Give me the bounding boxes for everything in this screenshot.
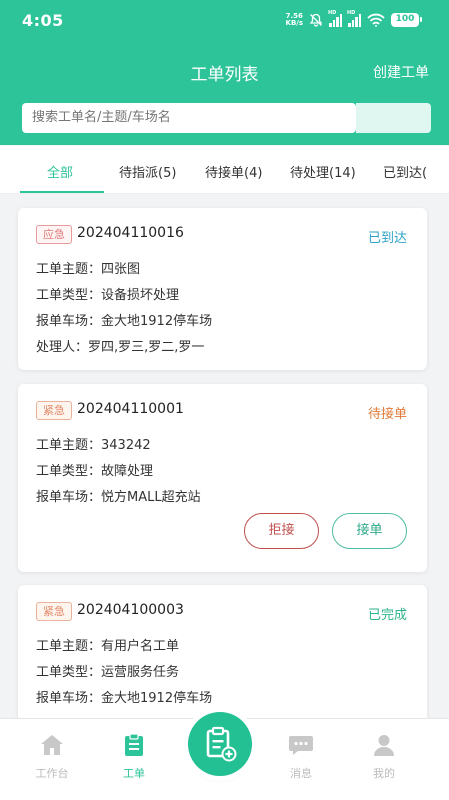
row-value: 金大地1912停车场 — [101, 691, 213, 706]
row-label: 工单类型： — [36, 288, 102, 303]
tabbar-label: 工单 — [123, 767, 145, 780]
tabbar-item-workbench[interactable]: 工作台 — [22, 733, 82, 781]
order-type-row: 工单类型：故障处理 — [36, 460, 153, 479]
search-input-extension — [356, 103, 431, 133]
row-label: 报单车场： — [36, 314, 102, 329]
row-label: 工单类型： — [36, 464, 102, 479]
tab-pending-assign[interactable]: 待指派(5) — [119, 162, 176, 181]
tabbar-label: 消息 — [290, 767, 312, 780]
net-speed: 7.56 KB/s — [286, 13, 303, 27]
order-lot-row: 报单车场：悦方MALL超充站 — [36, 486, 201, 505]
priority-badge: 紧急 — [36, 602, 72, 621]
row-value: 罗四,罗三,罗二,罗一 — [88, 340, 205, 355]
row-label: 工单类型： — [36, 665, 102, 680]
clipboard-icon — [125, 733, 143, 756]
search-input[interactable] — [22, 103, 356, 133]
row-value: 悦方MALL超充站 — [101, 490, 201, 505]
row-label: 工单主题： — [36, 438, 102, 453]
row-label: 工单主题： — [36, 639, 102, 654]
chat-icon — [289, 736, 313, 755]
user-icon — [374, 735, 394, 756]
order-card[interactable]: 应急 202404110016 已到达 工单主题：四张图 工单类型：设备损坏处理… — [18, 208, 427, 370]
order-number: 202404100003 — [77, 602, 184, 618]
priority-badge: 紧急 — [36, 401, 72, 420]
accept-button[interactable]: 接单 — [332, 513, 407, 549]
net-speed-unit: KB/s — [285, 19, 303, 27]
add-order-fab[interactable] — [188, 712, 252, 776]
row-value: 设备损坏处理 — [101, 288, 180, 303]
order-subject-row: 工单主题：有用户名工单 — [36, 635, 179, 654]
mute-bell-icon — [309, 13, 323, 27]
row-value: 金大地1912停车场 — [101, 314, 213, 329]
tabbar-item-messages[interactable]: 消息 — [271, 733, 331, 781]
header: 4:05 7.56 KB/s HD HD 100 工单列表 创建工单 搜索工单名… — [0, 0, 449, 145]
tabbar-label: 工作台 — [35, 767, 69, 780]
filter-tabs: 全部 待指派(5) 待接单(4) 待处理(14) 已到达( — [0, 146, 449, 194]
battery-icon: 100 — [391, 13, 422, 27]
order-number: 202404110016 — [77, 225, 184, 241]
order-type-row: 工单类型：运营服务任务 — [36, 661, 179, 680]
tab-arrived[interactable]: 已到达( — [383, 162, 427, 181]
row-label: 工单主题： — [36, 262, 102, 277]
signal1-hd-label: HD — [328, 10, 337, 16]
signal-icon: HD — [328, 10, 342, 27]
priority-badge: 应急 — [36, 225, 72, 244]
order-subject-row: 工单主题：343242 — [36, 434, 151, 453]
tabbar-item-orders[interactable]: 工单 — [104, 733, 164, 781]
row-value: 四张图 — [101, 262, 141, 277]
active-tab-indicator — [20, 191, 104, 193]
status-time: 4:05 — [22, 11, 64, 30]
row-label: 报单车场： — [36, 691, 102, 706]
row-label: 处理人： — [36, 340, 89, 355]
signal2-hd-label: HD — [347, 10, 356, 16]
reject-button[interactable]: 拒接 — [244, 513, 319, 549]
signal-2-icon: HD — [347, 10, 361, 27]
row-value: 343242 — [101, 438, 151, 453]
order-subject-row: 工单主题：四张图 — [36, 258, 140, 277]
tabbar-item-profile[interactable]: 我的 — [354, 733, 414, 781]
row-value: 故障处理 — [101, 464, 154, 479]
create-order-button[interactable]: 创建工单 — [373, 62, 429, 82]
tab-all[interactable]: 全部 — [47, 162, 73, 181]
row-label: 报单车场： — [36, 490, 102, 505]
order-status: 已到达 — [367, 231, 407, 246]
wifi-icon — [367, 13, 385, 27]
status-bar: 4:05 7.56 KB/s HD HD 100 — [0, 0, 449, 46]
order-card[interactable]: 紧急 202404110001 待接单 工单主题：343242 工单类型：故障处… — [18, 384, 427, 572]
order-number: 202404110001 — [77, 401, 184, 417]
tab-pending-process[interactable]: 待处理(14) — [290, 162, 356, 181]
order-handler-row: 处理人：罗四,罗三,罗二,罗一 — [36, 336, 204, 355]
add-clipboard-icon — [206, 726, 237, 762]
order-status: 待接单 — [367, 407, 407, 422]
tabbar-label: 我的 — [373, 767, 395, 780]
row-value: 运营服务任务 — [101, 665, 180, 680]
order-lot-row: 报单车场：金大地1912停车场 — [36, 310, 212, 329]
order-lot-row: 报单车场：金大地1912停车场 — [36, 687, 212, 706]
order-type-row: 工单类型：设备损坏处理 — [36, 284, 179, 303]
tab-pending-accept[interactable]: 待接单(4) — [205, 162, 262, 181]
home-icon — [41, 735, 63, 755]
status-icons: 7.56 KB/s HD HD 100 — [286, 10, 422, 27]
order-status: 已完成 — [367, 608, 407, 623]
row-value: 有用户名工单 — [101, 639, 180, 654]
